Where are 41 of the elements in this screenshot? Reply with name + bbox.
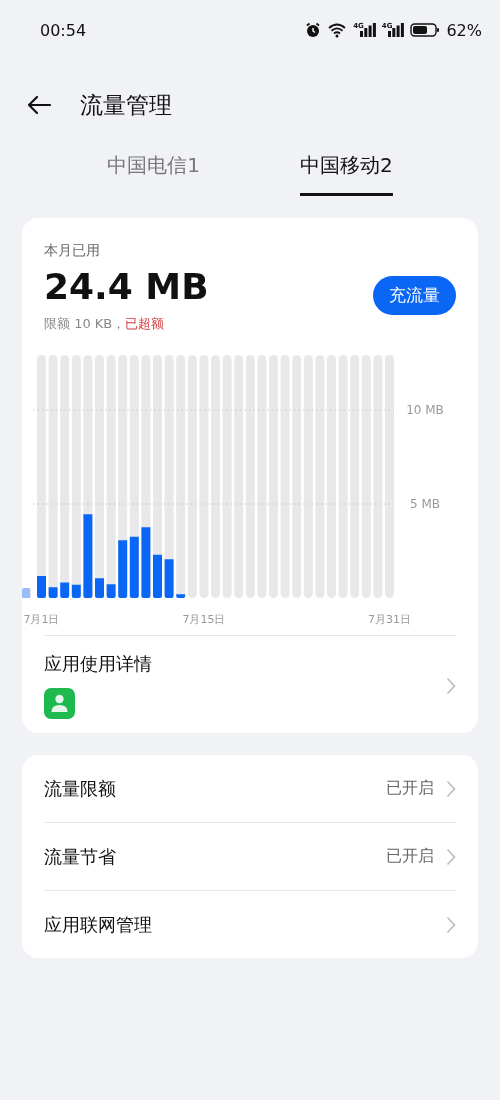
battery-percent: 62% — [446, 20, 482, 40]
chevron-icon — [446, 847, 456, 866]
axis-label: 7月31日 — [368, 613, 411, 626]
sim-tab[interactable]: 中国电信1 — [107, 150, 200, 196]
bar — [176, 594, 186, 598]
status-time: 00:54 — [40, 20, 87, 40]
bar — [141, 527, 151, 598]
bar — [106, 584, 116, 598]
battery-icon — [410, 22, 441, 38]
bar — [60, 582, 70, 598]
bar — [48, 587, 58, 598]
usage-caption: 本月已用 — [44, 242, 101, 260]
sim-tab[interactable]: 中国移动2 — [300, 150, 393, 196]
settings-row[interactable]: 流量节省 已开启 — [22, 823, 478, 890]
clipped-bar — [22, 588, 31, 598]
bar — [71, 584, 81, 598]
bar — [153, 554, 162, 598]
bar — [129, 536, 139, 598]
chevron-icon — [446, 915, 456, 934]
axis-label: 10 MB — [406, 403, 444, 417]
app-usage-row[interactable]: 应用使用详情 — [22, 636, 478, 733]
wifi-icon — [327, 22, 348, 38]
app-icon — [44, 688, 75, 719]
status-text: 已开启 — [386, 846, 434, 867]
settings-row[interactable]: 应用联网管理 — [22, 891, 478, 958]
bar — [118, 540, 128, 598]
axis-label: 7月1日 — [23, 613, 60, 626]
bar — [164, 559, 174, 598]
chevron-icon — [446, 676, 456, 695]
chevron-icon — [446, 779, 456, 798]
status-text: 已开启 — [386, 778, 434, 799]
recharge-button[interactable]: 充流量 — [373, 276, 456, 315]
bar — [37, 576, 46, 598]
bar — [95, 578, 104, 598]
axis-label: 5 MB — [410, 497, 440, 511]
usage-amount: 24.4 MB — [44, 266, 209, 307]
page-title: 流量管理 — [80, 90, 172, 120]
alarm-icon — [305, 22, 322, 38]
settings-row[interactable]: 流量限额 已开启 — [22, 755, 478, 822]
axis-label: 7月15日 — [182, 613, 226, 626]
limit-text: 限额 10 KB，已超额 — [44, 315, 166, 333]
